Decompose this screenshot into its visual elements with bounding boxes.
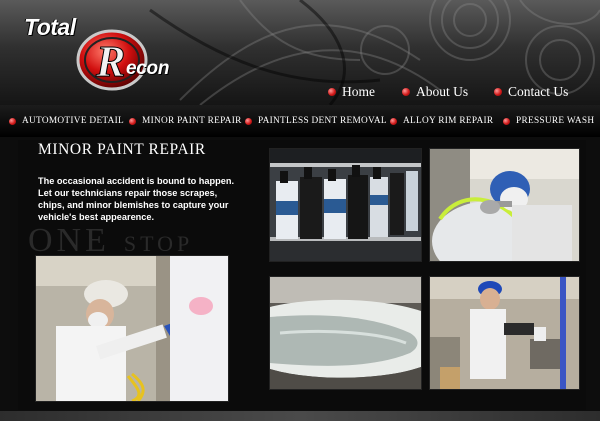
red-bullet-icon bbox=[503, 117, 510, 125]
service-pressure-wash[interactable]: PRESSURE WASH bbox=[503, 116, 594, 126]
red-bullet-icon bbox=[129, 117, 136, 125]
site-header: R Total econ Home About Us Contact Us bbox=[0, 0, 600, 105]
service-automotive-detail[interactable]: AUTOMOTIVE DETAIL bbox=[9, 116, 124, 126]
intro-paragraph: The occasional accident is bound to happ… bbox=[38, 176, 235, 222]
red-bullet-icon bbox=[328, 88, 336, 96]
logo-word-recon: econ bbox=[126, 58, 170, 79]
red-bullet-icon bbox=[390, 117, 397, 125]
service-label: PAINTLESS DENT REMOVAL bbox=[258, 116, 387, 126]
red-bullet-icon bbox=[494, 88, 502, 96]
photo-paint-cans bbox=[269, 148, 422, 262]
nav-contact-us[interactable]: Contact Us bbox=[494, 84, 568, 100]
logo-word-total: Total bbox=[24, 14, 76, 40]
nav-home-label: Home bbox=[342, 84, 375, 99]
watermark-stop: STOP bbox=[123, 231, 194, 256]
service-label: MINOR PAINT REPAIR bbox=[142, 116, 242, 126]
service-label: PRESSURE WASH bbox=[516, 116, 595, 126]
photo-worker-at-bench bbox=[429, 276, 580, 390]
nav-home[interactable]: Home bbox=[328, 84, 375, 100]
services-nav: AUTOMOTIVE DETAIL MINOR PAINT REPAIR PAI… bbox=[0, 105, 600, 137]
service-paintless-dent-removal[interactable]: PAINTLESS DENT REMOVAL bbox=[245, 116, 387, 126]
nav-about-us-label: About Us bbox=[416, 84, 469, 99]
photo-masked-bumper bbox=[269, 276, 422, 390]
photo-worker-painting bbox=[35, 255, 229, 402]
red-bullet-icon bbox=[245, 117, 252, 125]
logo-r-letter: R bbox=[95, 37, 125, 86]
service-label: ALLOY RIM REPAIR bbox=[403, 116, 494, 126]
watermark-one: ONE bbox=[28, 222, 110, 259]
footer-strip bbox=[0, 411, 600, 421]
service-label: AUTOMOTIVE DETAIL bbox=[22, 116, 125, 126]
photo-technician-spraying bbox=[429, 148, 580, 262]
page-title: MINOR PAINT REPAIR bbox=[38, 141, 206, 158]
nav-about-us[interactable]: About Us bbox=[402, 84, 468, 100]
total-recon-logo[interactable]: R Total econ bbox=[22, 10, 197, 91]
service-minor-paint-repair[interactable]: MINOR PAINT REPAIR bbox=[129, 116, 242, 126]
red-bullet-icon bbox=[9, 117, 16, 125]
service-alloy-rim-repair[interactable]: ALLOY RIM REPAIR bbox=[390, 116, 493, 126]
red-bullet-icon bbox=[402, 88, 410, 96]
nav-contact-us-label: Contact Us bbox=[508, 84, 569, 99]
